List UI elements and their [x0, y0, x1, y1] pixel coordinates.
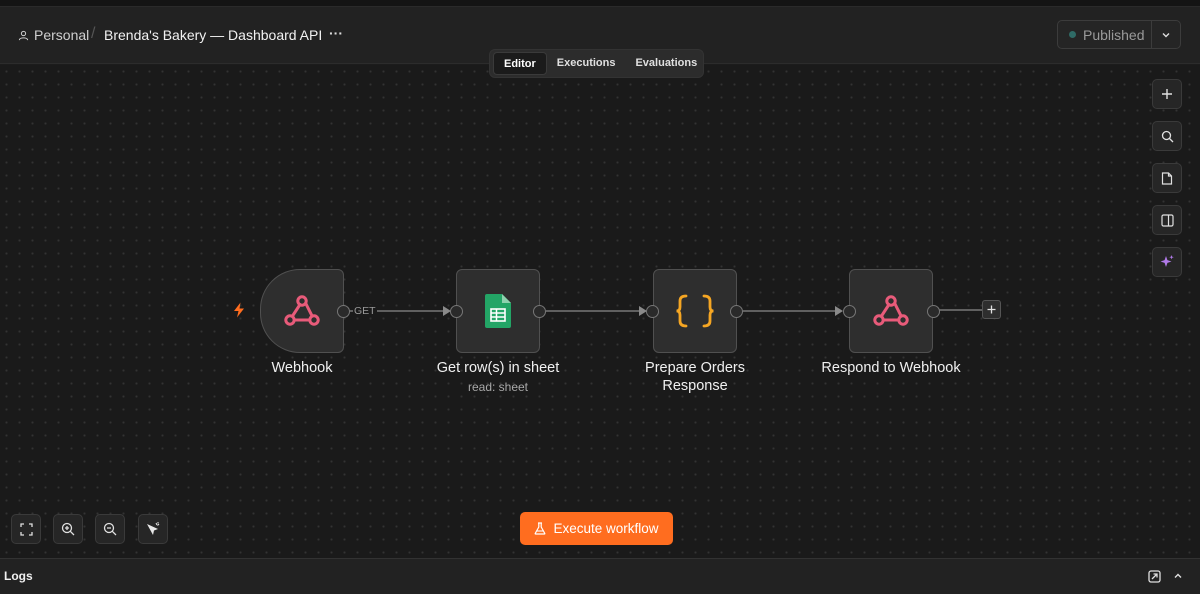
fit-view-icon: [19, 522, 33, 536]
logs-expand-button[interactable]: [1170, 568, 1186, 584]
window-top-strip: [0, 0, 1200, 7]
node-get-rows-in-sheet[interactable]: [456, 269, 540, 353]
zoom-in-icon: [61, 522, 75, 536]
node-prepare-orders-response[interactable]: [653, 269, 737, 353]
chevron-down-icon: [1162, 32, 1170, 37]
chevron-up-icon: [1174, 573, 1182, 578]
logs-label: Logs: [4, 569, 33, 583]
workflow-canvas[interactable]: GET Webhook Get row(s) in sheet read: sh…: [0, 65, 1200, 558]
tab-evaluations[interactable]: Evaluations: [625, 52, 707, 75]
execute-workflow-label: Execute workflow: [553, 521, 659, 536]
tidy-up-button[interactable]: [138, 514, 168, 544]
add-next-node-button[interactable]: [982, 300, 1001, 319]
breadcrumb-separator: /: [91, 25, 96, 42]
logs-panel-bar[interactable]: Logs: [0, 558, 1200, 594]
node-webhook-output-port[interactable]: [337, 305, 350, 318]
publish-main[interactable]: Published: [1058, 21, 1151, 48]
workflow-title[interactable]: Brenda's Bakery — Dashboard API: [104, 27, 322, 43]
node-prepare-input-port[interactable]: [646, 305, 659, 318]
sticky-note-icon: [1161, 171, 1173, 185]
plus-icon: [987, 305, 996, 314]
node-prepare-output-port[interactable]: [730, 305, 743, 318]
node-respond-label: Respond to Webhook: [821, 360, 961, 376]
node-get-rows-label: Get row(s) in sheet: [436, 360, 560, 376]
flask-icon: [535, 522, 546, 535]
node-prepare-label: Prepare Orders Response: [645, 360, 745, 394]
more-options-button[interactable]: ···: [326, 21, 346, 45]
fit-view-button[interactable]: [11, 514, 41, 544]
plus-icon: [1162, 89, 1172, 99]
tab-editor[interactable]: Editor: [493, 52, 547, 75]
google-sheets-icon: [485, 294, 511, 328]
publish-label: Published: [1083, 26, 1145, 43]
breadcrumb-personal[interactable]: Personal: [18, 27, 89, 43]
add-sticky-note-button[interactable]: [1152, 163, 1182, 193]
breadcrumb-personal-label: Personal: [34, 27, 90, 43]
code-braces-icon: [676, 294, 714, 328]
trigger-lightning-icon: [234, 302, 244, 318]
published-status-dot: [1069, 31, 1076, 38]
ai-sparkle-icon: [1160, 255, 1174, 267]
execute-workflow-button[interactable]: Execute workflow: [520, 512, 673, 545]
zoom-out-icon: [103, 522, 117, 536]
toggle-panel-button[interactable]: [1152, 205, 1182, 235]
search-nodes-button[interactable]: [1152, 121, 1182, 151]
node-respond-input-port[interactable]: [843, 305, 856, 318]
panel-icon: [1160, 213, 1174, 227]
node-get-rows-output-port[interactable]: [533, 305, 546, 318]
user-icon: [18, 30, 29, 40]
node-get-rows-subtitle: read: sheet: [467, 380, 529, 394]
zoom-in-button[interactable]: [53, 514, 83, 544]
add-node-button[interactable]: [1152, 79, 1182, 109]
node-respond-to-webhook[interactable]: [849, 269, 933, 353]
search-icon: [1161, 130, 1173, 142]
workflow-connections: [349, 306, 982, 316]
ai-assistant-button[interactable]: [1152, 247, 1182, 277]
publish-status-button[interactable]: Published: [1057, 20, 1181, 49]
zoom-out-button[interactable]: [95, 514, 125, 544]
editor-tabs: Editor Executions Evaluations: [489, 49, 704, 78]
popout-icon: [1147, 569, 1161, 583]
publish-dropdown-button[interactable]: [1151, 21, 1180, 48]
node-respond-output-port[interactable]: [927, 305, 940, 318]
node-webhook[interactable]: [260, 269, 344, 353]
broom-icon: [147, 522, 160, 535]
webhook-icon: [873, 295, 909, 326]
node-webhook-label: Webhook: [271, 360, 333, 376]
node-get-rows-input-port[interactable]: [450, 305, 463, 318]
webhook-icon: [284, 295, 320, 326]
tab-executions[interactable]: Executions: [547, 52, 626, 75]
logs-popout-button[interactable]: [1146, 568, 1162, 584]
edge-label-method: GET: [353, 305, 377, 317]
